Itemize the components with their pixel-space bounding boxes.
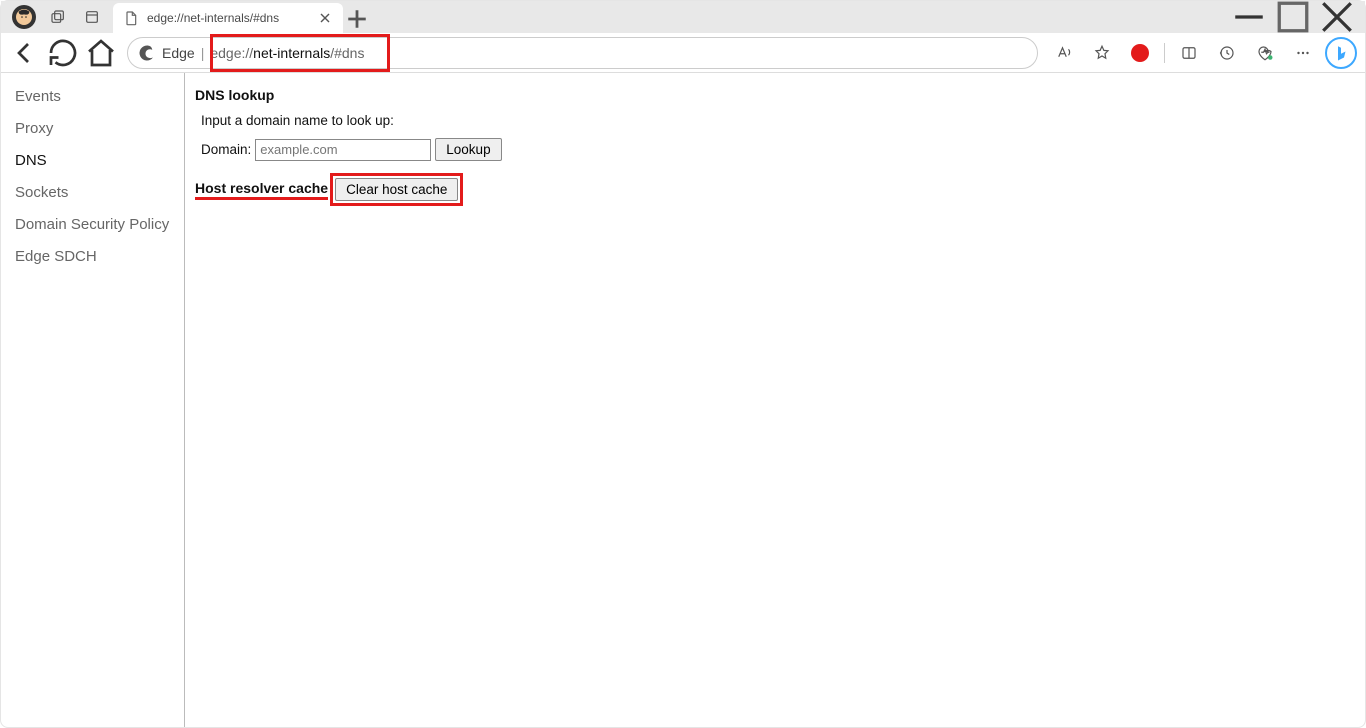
performance-icon[interactable] xyxy=(1247,35,1283,71)
bing-chat-icon[interactable] xyxy=(1323,35,1359,71)
clear-host-cache-button[interactable]: Clear host cache xyxy=(335,178,458,201)
tab-strip: edge://net-internals/#dns xyxy=(113,1,371,33)
back-button[interactable] xyxy=(7,35,43,71)
refresh-button[interactable] xyxy=(45,35,81,71)
annotation-highlight-clear-btn: Clear host cache xyxy=(330,173,463,206)
close-tab-icon[interactable] xyxy=(317,10,333,26)
sidebar-item-proxy[interactable]: Proxy xyxy=(1,113,184,145)
sidebar-item-events[interactable]: Events xyxy=(1,81,184,113)
address-bar[interactable]: Edge | edge://net-internals/#dns xyxy=(127,37,1038,69)
main-panel: DNS lookup Input a domain name to look u… xyxy=(185,73,1365,727)
tab-actions-icon[interactable] xyxy=(75,1,109,33)
new-tab-button[interactable] xyxy=(343,5,371,33)
sidebar: Events Proxy DNS Sockets Domain Security… xyxy=(1,73,185,727)
window-maximize[interactable] xyxy=(1271,1,1315,33)
address-engine-label: Edge xyxy=(162,45,195,61)
read-aloud-icon[interactable] xyxy=(1046,35,1082,71)
dns-lookup-instructions: Input a domain name to look up: xyxy=(201,113,1355,128)
address-separator: | xyxy=(201,45,205,61)
page-icon xyxy=(123,10,139,26)
profile-avatar[interactable] xyxy=(7,1,41,33)
sidebar-item-edge-sdch[interactable]: Edge SDCH xyxy=(1,241,184,273)
content-area: Events Proxy DNS Sockets Domain Security… xyxy=(1,73,1365,727)
history-icon[interactable] xyxy=(1209,35,1245,71)
favorite-icon[interactable] xyxy=(1084,35,1120,71)
domain-row: Domain: Lookup xyxy=(201,138,1355,161)
sidebar-item-domain-security-policy[interactable]: Domain Security Policy xyxy=(1,209,184,241)
adblock-icon[interactable] xyxy=(1122,35,1158,71)
dns-lookup-title: DNS lookup xyxy=(195,87,1355,103)
toolbar: Edge | edge://net-internals/#dns xyxy=(1,33,1365,73)
host-resolver-cache-row: Host resolver cache Clear host cache xyxy=(195,173,1355,206)
more-icon[interactable] xyxy=(1285,35,1321,71)
window-minimize[interactable] xyxy=(1227,1,1271,33)
sidebar-item-dns[interactable]: DNS xyxy=(1,145,184,177)
titlebar: edge://net-internals/#dns xyxy=(1,1,1365,33)
home-button[interactable] xyxy=(83,35,119,71)
toolbar-right xyxy=(1046,35,1359,71)
toolbar-divider xyxy=(1164,43,1165,63)
split-screen-icon[interactable] xyxy=(1171,35,1207,71)
window-close[interactable] xyxy=(1315,1,1359,33)
address-url: edge://net-internals/#dns xyxy=(210,45,364,61)
workspaces-icon[interactable] xyxy=(41,1,75,33)
edge-logo-icon xyxy=(138,44,156,62)
host-resolver-cache-label: Host resolver cache xyxy=(195,180,328,200)
domain-label: Domain: xyxy=(201,142,251,157)
lookup-button[interactable]: Lookup xyxy=(435,138,501,161)
domain-input[interactable] xyxy=(255,139,431,161)
tab-active[interactable]: edge://net-internals/#dns xyxy=(113,3,343,33)
tab-title: edge://net-internals/#dns xyxy=(147,11,279,25)
sidebar-item-sockets[interactable]: Sockets xyxy=(1,177,184,209)
